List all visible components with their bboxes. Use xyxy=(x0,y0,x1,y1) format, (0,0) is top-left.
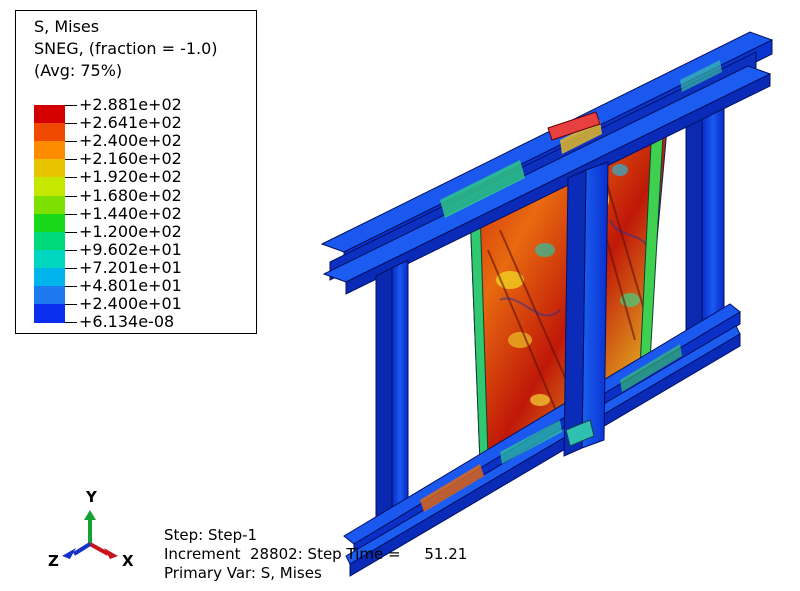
legend-title-averaging: (Avg: 75%) xyxy=(34,61,123,80)
left-column xyxy=(375,259,409,529)
legend-level-label: +2.400e+01 xyxy=(79,294,182,314)
legend-swatch xyxy=(34,267,65,287)
y-arrowhead xyxy=(84,510,96,520)
legend-tick xyxy=(65,213,77,215)
legend-level-label: +1.680e+02 xyxy=(79,185,182,205)
legend-tick xyxy=(65,177,77,179)
legend-swatch xyxy=(34,249,65,269)
legend-tick xyxy=(65,267,77,269)
legend-level-label: +7.201e+01 xyxy=(79,257,182,277)
legend-level-label: +2.400e+02 xyxy=(79,131,182,151)
legend-title-option: SNEG, (fraction = -1.0) xyxy=(34,39,218,58)
primary-var-label: Primary Var: S, Mises xyxy=(164,564,322,582)
legend-tick xyxy=(65,286,77,287)
y-axis-label: Y xyxy=(86,488,97,506)
axis-triad xyxy=(62,510,118,559)
contour-legend: S, Mises SNEG, (fraction = -1.0) (Avg: 7… xyxy=(15,10,257,334)
step-label: Step: Step-1 xyxy=(164,526,258,544)
z-axis-label: Z xyxy=(48,552,59,570)
legend-swatch xyxy=(34,105,65,124)
legend-swatch xyxy=(34,213,65,233)
legend-level-label: +9.602e+01 xyxy=(79,239,182,259)
legend-tick xyxy=(65,231,77,233)
legend-swatch xyxy=(34,231,65,251)
increment-label: Increment 28802: Step Time = 51.21 xyxy=(164,545,468,563)
legend-tick xyxy=(65,123,77,125)
legend-level-label: +1.200e+02 xyxy=(79,221,182,241)
legend-swatch xyxy=(34,141,65,160)
legend-title-variable: S, Mises xyxy=(34,17,100,36)
legend-tick xyxy=(65,159,77,161)
legend-tick xyxy=(65,141,77,143)
right-column xyxy=(685,91,725,335)
legend-tick xyxy=(65,195,77,197)
legend-tick xyxy=(65,249,77,251)
legend-level-label: +1.440e+02 xyxy=(79,203,182,223)
legend-swatch xyxy=(34,177,65,196)
legend-level-label: +1.920e+02 xyxy=(79,167,182,187)
legend-tick xyxy=(65,105,77,106)
legend-level-label: +4.801e+01 xyxy=(79,276,182,295)
z-axis-arrow xyxy=(72,542,92,556)
x-axis-label: X xyxy=(122,552,134,570)
legend-swatch xyxy=(34,286,65,305)
legend-level-label: +2.641e+02 xyxy=(79,113,182,133)
legend-swatch xyxy=(34,304,65,323)
legend-level-label: +2.160e+02 xyxy=(79,149,182,169)
legend-tick xyxy=(65,322,77,324)
legend-level-label: +2.881e+02 xyxy=(79,95,182,114)
legend-swatch xyxy=(34,195,65,215)
legend-swatch xyxy=(34,123,65,142)
legend-tick xyxy=(65,304,77,306)
legend-swatch xyxy=(34,159,65,178)
legend-level-label: +6.134e-08 xyxy=(79,312,175,332)
